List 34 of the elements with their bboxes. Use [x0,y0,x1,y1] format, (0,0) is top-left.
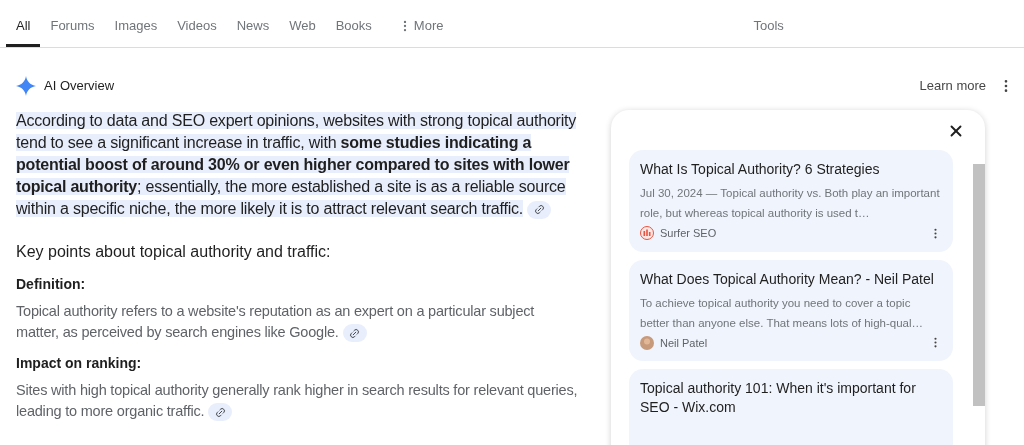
scrollbar[interactable] [973,164,985,406]
source-title: What Does Topical Authority Mean? - Neil Patel [640,269,935,289]
avatar-icon [640,335,654,350]
source-site: Neil Patel [660,335,708,351]
link-button[interactable] [208,403,233,422]
overview-title: AI Overview [44,77,115,96]
source-card[interactable]: What Is Topical Authority? 6 Strategies Jul 30, 2024 — Topical authority vs. Both play an important role, but whereas topical authority is used t… Surfer SEO [629,150,954,252]
tab[interactable]: News [226,7,280,47]
source-title: What Is Topical Authority? 6 Strategies [640,160,881,179]
tab[interactable]: Books [325,7,382,47]
learn-more-link[interactable]: Learn more [919,76,986,96]
point-text: Topical authority refers to a website's reputation as an expert on a particular subject matter, as perceived by search engines like Google. [16,301,580,343]
overview-summary: According to data and SEO expert opinions, websites with strong topical authority tend to see a significant increase in traffic, with some studies indicating a potential boost of around 30% or even higher compared to sites with lower topical authority; essentially, the more established a site is as a reliable source within a specific niche, the more likely it is to attract relevant search traffic. [16,111,578,220]
tab[interactable]: More [381,7,454,47]
source-site: Surfer SEO [660,226,717,241]
point-heading: Impact on ranking: [16,354,143,373]
source-title: Topical authority 101: When it's important for SEO - Wix.com [640,379,917,417]
source-card[interactable]: Topical authority 101: When it's important for SEO - Wix.com [629,369,954,445]
tab[interactable]: All [6,7,41,47]
point-heading: Definition: [16,275,87,294]
tab[interactable]: Images [104,7,168,47]
tab[interactable]: Web [279,7,326,47]
tab[interactable]: Videos [167,7,227,47]
link-button[interactable] [342,324,367,343]
link-button[interactable] [527,200,552,219]
bar-chart-logo-icon [640,226,654,241]
sparkle-icon [16,76,36,96]
source-card[interactable]: What Does Topical Authority Mean? - Neil Patel To achieve topical authority you need to cover a topic better than anyone else. That means lots of high-qual… Neil Patel [629,259,954,361]
source-snippet: Jul 30, 2024 — Topical authority vs. Both play an important role, but whereas topical authority is used t… [640,186,941,221]
key-points-heading: Key points about topical authority and traffic: [16,242,332,262]
tools-button[interactable]: Tools [753,7,784,47]
source-snippet: To achieve topical authority you need to cover a topic better than anyone else. That means lots of high-qual… [640,295,924,331]
tab[interactable]: Forums [40,7,105,47]
point-text: Sites with high topical authority generally rank higher in search results for relevant queries, leading to more organic traffic. [16,380,580,422]
